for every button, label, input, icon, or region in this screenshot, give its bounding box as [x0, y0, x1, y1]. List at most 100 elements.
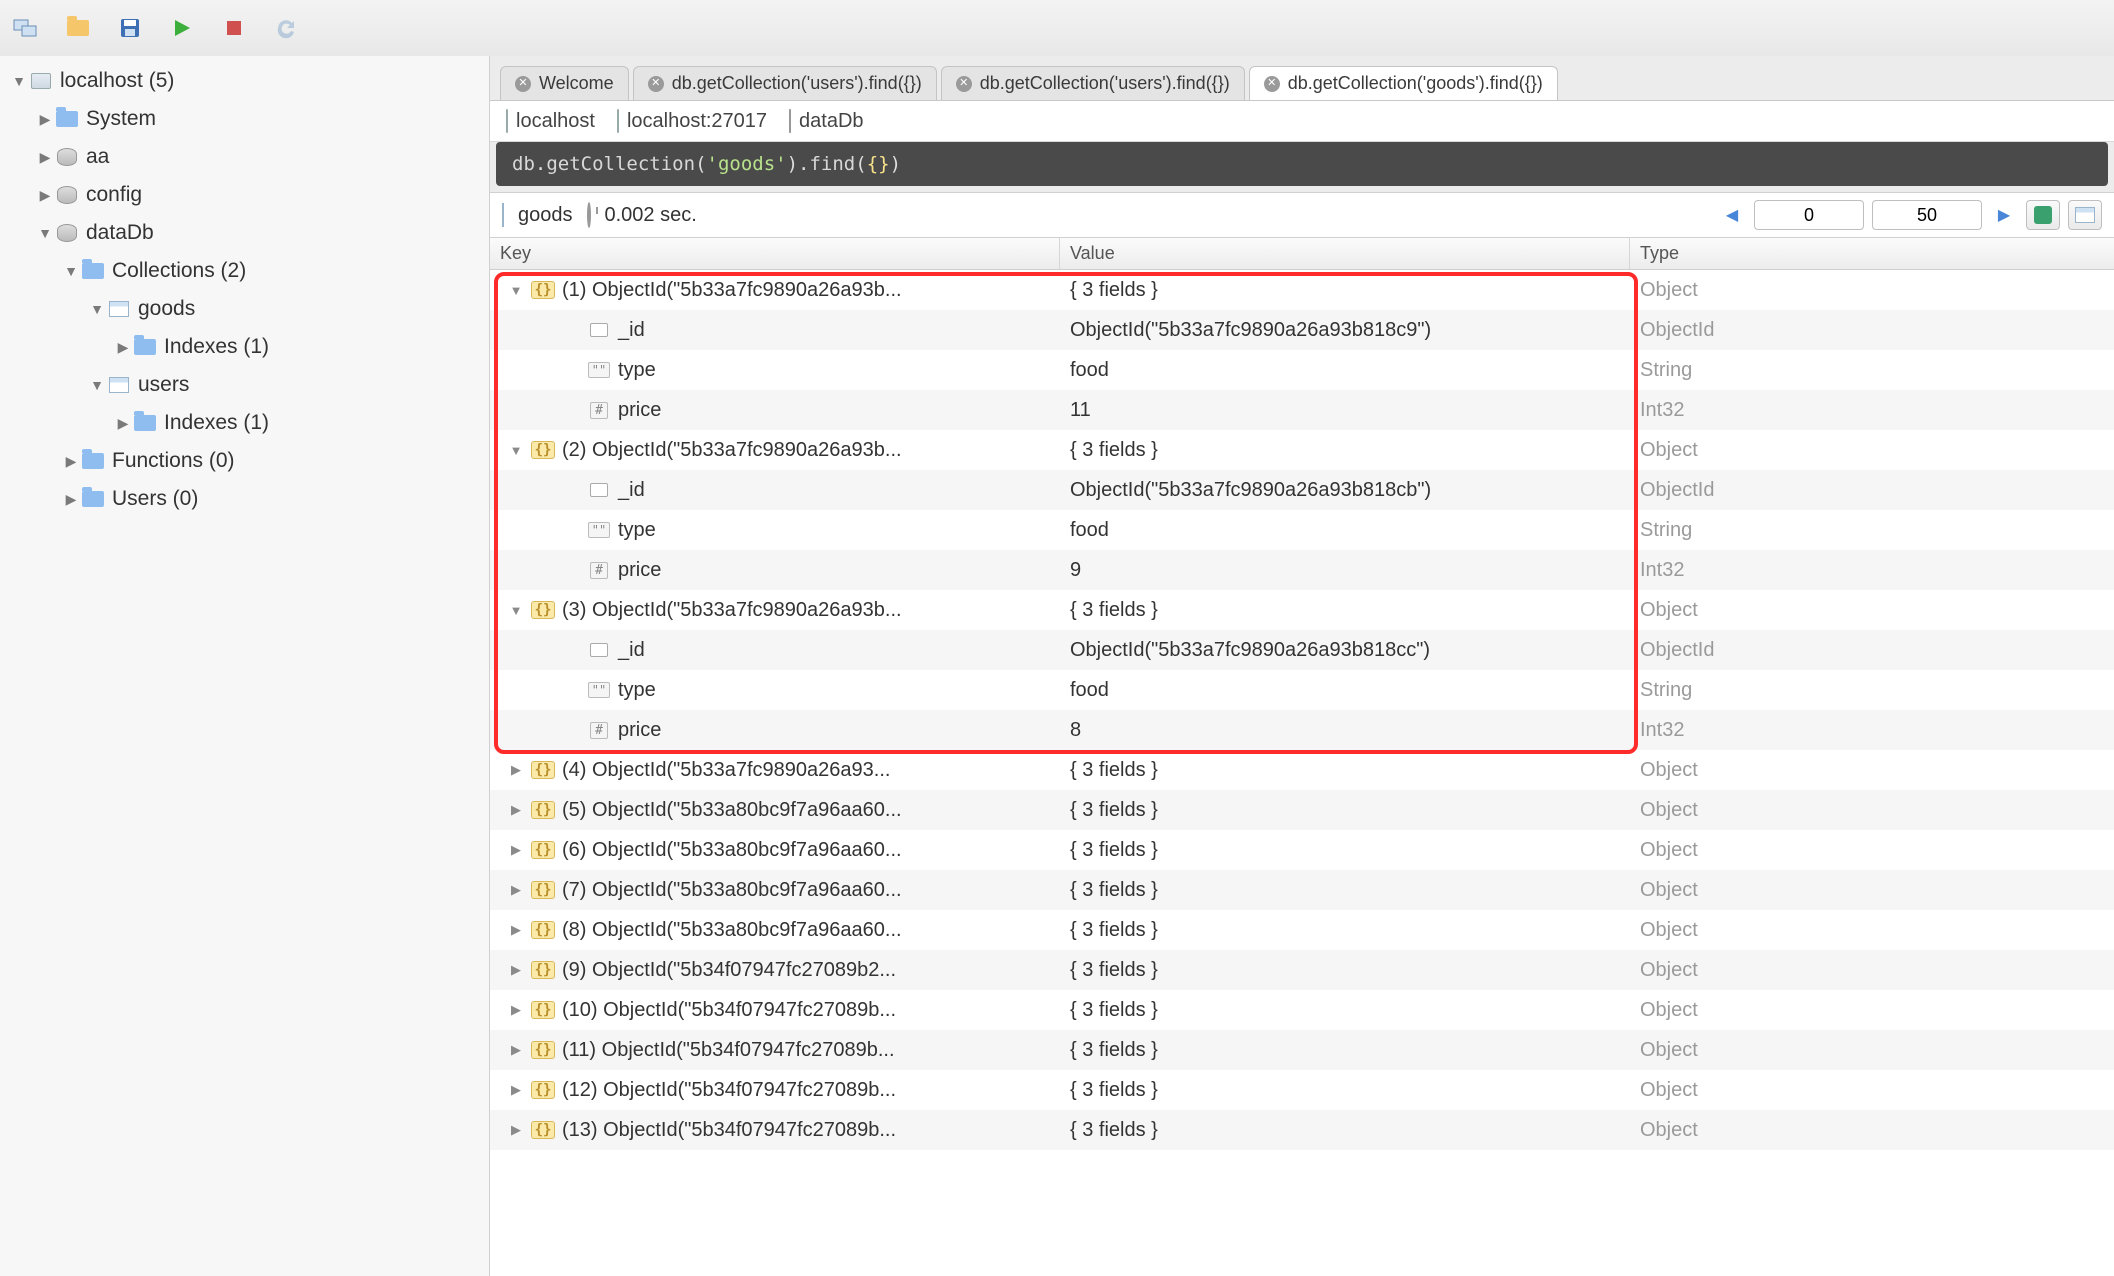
tree-node[interactable]: ▶Users (0)	[0, 480, 489, 518]
grid-row[interactable]: ▶{}(9) ObjectId("5b34f07947fc27089b2...{…	[490, 950, 2114, 990]
grid-row[interactable]: ""typefoodString	[490, 350, 2114, 390]
tree-node-label: aa	[86, 145, 109, 169]
save-icon[interactable]	[114, 12, 146, 44]
chevron-icon[interactable]: ▶	[62, 453, 80, 470]
tree-node[interactable]: ▶ aa	[0, 138, 489, 176]
query-input[interactable]: db.getCollection('goods').find({})	[496, 142, 2108, 186]
app-toolbar	[0, 0, 2114, 56]
chevron-icon[interactable]: ▶	[506, 762, 526, 778]
tree-node[interactable]: ▶Indexes (1)	[0, 404, 489, 442]
tree-node[interactable]: ▶config	[0, 176, 489, 214]
connect-icon[interactable]	[10, 12, 42, 44]
grid-row[interactable]: ▶{}(6) ObjectId("5b33a80bc9f7a96aa60...{…	[490, 830, 2114, 870]
cell-key: (4) ObjectId("5b33a7fc9890a26a93...	[562, 759, 890, 782]
grid-row[interactable]: ▶{}(4) ObjectId("5b33a7fc9890a26a93...{ …	[490, 750, 2114, 790]
grid-row[interactable]: #price8Int32	[490, 710, 2114, 750]
grid-row[interactable]: ""typefoodString	[490, 510, 2114, 550]
tree-node[interactable]: ▼goods	[0, 290, 489, 328]
grid-row[interactable]: ▶{}(11) ObjectId("5b34f07947fc27089b...{…	[490, 1030, 2114, 1070]
page-from-input[interactable]	[1754, 200, 1864, 230]
chevron-icon[interactable]: ▼	[88, 301, 106, 317]
grid-row[interactable]: ""typefoodString	[490, 670, 2114, 710]
refresh-icon[interactable]	[270, 12, 302, 44]
close-icon[interactable]: ✕	[956, 76, 972, 92]
tree-root[interactable]: ▼ localhost (5)	[0, 62, 489, 100]
editor-tab[interactable]: ✕Welcome	[500, 66, 629, 100]
cell-key: (8) ObjectId("5b33a80bc9f7a96aa60...	[562, 919, 902, 942]
tree-node[interactable]: ▼users	[0, 366, 489, 404]
chevron-icon[interactable]: ▶	[36, 149, 54, 166]
chevron-icon[interactable]: ▶	[506, 1082, 526, 1098]
close-icon[interactable]: ✕	[648, 76, 664, 92]
grid-row[interactable]: ▼{}(3) ObjectId("5b33a7fc9890a26a93b...{…	[490, 590, 2114, 630]
chevron-icon[interactable]: ▶	[506, 962, 526, 978]
tree-node[interactable]: ▼Collections (2)	[0, 252, 489, 290]
chevron-icon[interactable]: ▶	[36, 187, 54, 204]
col-header-type[interactable]: Type	[1630, 238, 2114, 269]
chevron-icon[interactable]: ▼	[62, 263, 80, 279]
grid-row[interactable]: _idObjectId("5b33a7fc9890a26a93b818cb")O…	[490, 470, 2114, 510]
chevron-icon[interactable]: ▼	[88, 377, 106, 393]
chevron-icon[interactable]: ▶	[114, 339, 132, 356]
chevron-icon[interactable]: ▶	[506, 922, 526, 938]
cell-key: type	[618, 519, 656, 542]
table-view-button[interactable]	[2068, 200, 2102, 230]
cell-value: { 3 fields }	[1070, 1119, 1158, 1141]
cell-key: _id	[618, 639, 645, 662]
string-icon: ""	[588, 682, 610, 698]
stop-icon[interactable]	[218, 12, 250, 44]
editor-tab[interactable]: ✕db.getCollection('users').find({})	[941, 66, 1245, 100]
cell-value: 11	[1070, 399, 1091, 421]
open-folder-icon[interactable]	[62, 12, 94, 44]
cell-key: (2) ObjectId("5b33a7fc9890a26a93b...	[562, 439, 902, 462]
chevron-icon[interactable]: ▶	[506, 1122, 526, 1138]
grid-row[interactable]: ▼{}(1) ObjectId("5b33a7fc9890a26a93b...{…	[490, 270, 2114, 310]
chevron-icon[interactable]: ▶	[36, 111, 54, 128]
tree-node[interactable]: ▶Functions (0)	[0, 442, 489, 480]
tree-view-button[interactable]	[2026, 200, 2060, 230]
grid-row[interactable]: ▶{}(8) ObjectId("5b33a80bc9f7a96aa60...{…	[490, 910, 2114, 950]
chevron-icon[interactable]: ▶	[62, 491, 80, 508]
grid-row[interactable]: #price11Int32	[490, 390, 2114, 430]
cell-value: { 3 fields }	[1070, 919, 1158, 941]
chevron-icon[interactable]: ▶	[506, 842, 526, 858]
cell-key: (3) ObjectId("5b33a7fc9890a26a93b...	[562, 599, 902, 622]
tree-node[interactable]: ▼dataDb	[0, 214, 489, 252]
tree-node[interactable]: ▶System	[0, 100, 489, 138]
chevron-down-icon[interactable]: ▼	[10, 73, 28, 89]
cell-value: food	[1070, 519, 1109, 541]
grid-row[interactable]: #price9Int32	[490, 550, 2114, 590]
number-icon: #	[590, 562, 608, 579]
close-icon[interactable]: ✕	[1264, 76, 1280, 92]
cell-type: Object	[1640, 439, 1698, 461]
grid-row[interactable]: _idObjectId("5b33a7fc9890a26a93b818cc")O…	[490, 630, 2114, 670]
chevron-icon[interactable]: ▼	[506, 603, 526, 618]
chevron-icon[interactable]: ▶	[506, 1002, 526, 1018]
col-header-value[interactable]: Value	[1060, 238, 1630, 269]
col-header-key[interactable]: Key	[490, 238, 1060, 269]
chevron-icon[interactable]: ▶	[506, 1042, 526, 1058]
chevron-icon[interactable]: ▶	[506, 882, 526, 898]
grid-row[interactable]: ▶{}(13) ObjectId("5b34f07947fc27089b...{…	[490, 1110, 2114, 1150]
grid-row[interactable]: _idObjectId("5b33a7fc9890a26a93b818c9")O…	[490, 310, 2114, 350]
chevron-icon[interactable]: ▼	[36, 225, 54, 241]
tree-node[interactable]: ▶Indexes (1)	[0, 328, 489, 366]
grid-row[interactable]: ▶{}(7) ObjectId("5b33a80bc9f7a96aa60...{…	[490, 870, 2114, 910]
page-prev-button[interactable]: ◀	[1718, 201, 1746, 229]
editor-tab[interactable]: ✕db.getCollection('goods').find({})	[1249, 66, 1558, 100]
chevron-icon[interactable]: ▼	[506, 443, 526, 458]
grid-row[interactable]: ▶{}(12) ObjectId("5b34f07947fc27089b...{…	[490, 1070, 2114, 1110]
chevron-icon[interactable]: ▶	[114, 415, 132, 432]
play-icon[interactable]	[166, 12, 198, 44]
cell-type: Object	[1640, 1079, 1698, 1101]
close-icon[interactable]: ✕	[515, 76, 531, 92]
page-next-button[interactable]: ▶	[1990, 201, 2018, 229]
cell-value: { 3 fields }	[1070, 999, 1158, 1021]
grid-row[interactable]: ▶{}(5) ObjectId("5b33a80bc9f7a96aa60...{…	[490, 790, 2114, 830]
chevron-icon[interactable]: ▼	[506, 283, 526, 298]
page-size-input[interactable]	[1872, 200, 1982, 230]
editor-tab[interactable]: ✕db.getCollection('users').find({})	[633, 66, 937, 100]
grid-row[interactable]: ▼{}(2) ObjectId("5b33a7fc9890a26a93b...{…	[490, 430, 2114, 470]
grid-row[interactable]: ▶{}(10) ObjectId("5b34f07947fc27089b...{…	[490, 990, 2114, 1030]
chevron-icon[interactable]: ▶	[506, 802, 526, 818]
